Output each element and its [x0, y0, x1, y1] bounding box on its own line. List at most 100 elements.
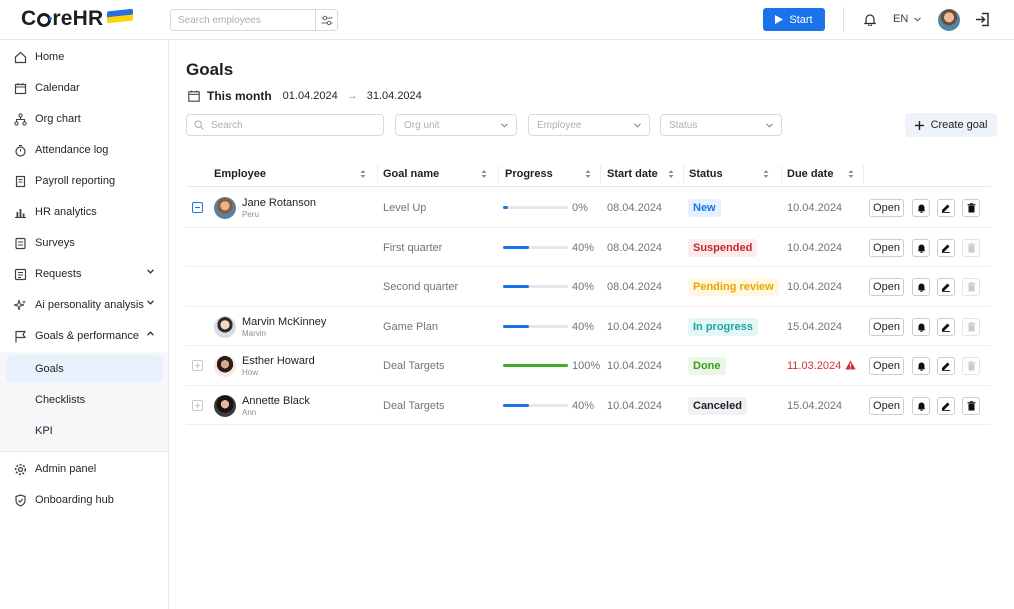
column-header-goal-name[interactable]: Goal name [383, 168, 439, 180]
sort-icon[interactable] [668, 169, 674, 179]
edit-button[interactable] [937, 278, 955, 296]
bell-icon [917, 244, 925, 253]
progress-percent: 40% [572, 281, 595, 293]
goal-name[interactable]: Level Up [383, 202, 426, 214]
column-header-start-date[interactable]: Start date [607, 168, 658, 180]
collapse-row-toggle[interactable] [192, 202, 203, 213]
table-row: Annette Black Ann Deal Targets 40% 10.04… [186, 386, 991, 425]
sidebar-item-requests[interactable]: Requests [14, 263, 164, 285]
sidebar-subitem-checklists[interactable]: Checklists [6, 386, 163, 414]
sidebar-item-payroll-reporting[interactable]: Payroll reporting [14, 170, 164, 192]
notify-button[interactable] [912, 317, 930, 336]
sidebar-item-onboarding-hub[interactable]: Onboarding hub [14, 489, 164, 511]
goal-name[interactable]: Deal Targets [383, 400, 445, 412]
goal-name[interactable]: First quarter [383, 242, 442, 254]
employee-name[interactable]: Annette Black [242, 395, 310, 407]
calendar-icon [14, 82, 27, 94]
sidebar-subitem-goals[interactable]: Goals [6, 355, 163, 383]
search-filter-button[interactable] [316, 9, 338, 31]
employee-filter[interactable]: Employee [528, 114, 650, 136]
pencil-icon [942, 283, 950, 292]
expand-row-toggle[interactable] [192, 360, 203, 371]
due-date: 15.04.2024 [787, 320, 843, 333]
open-goal-button[interactable]: Open [869, 357, 904, 375]
sidebar-item-admin-panel[interactable]: Admin panel [14, 458, 164, 480]
top-bar: CreHR Search employees Start EN [0, 0, 1014, 40]
employee-name[interactable]: Marvin McKinney [242, 316, 326, 328]
goals-search-input[interactable]: Search [186, 114, 384, 136]
sidebar-item-hr-analytics[interactable]: HR analytics [14, 201, 164, 223]
sort-icon[interactable] [763, 169, 769, 179]
status-badge: New [688, 199, 721, 217]
column-header-progress[interactable]: Progress [505, 168, 553, 180]
requests-icon [14, 268, 27, 280]
page-title: Goals [186, 60, 234, 79]
employee-search-input[interactable]: Search employees [170, 9, 316, 31]
status-filter[interactable]: Status [660, 114, 782, 136]
employee-subtitle: Peru [242, 210, 259, 219]
delete-button[interactable] [962, 396, 980, 415]
employee-name[interactable]: Jane Rotanson [242, 197, 316, 209]
period-arrow: → [346, 90, 358, 102]
employee-name[interactable]: Esther Howard [242, 355, 315, 367]
open-goal-button[interactable]: Open [869, 199, 904, 217]
sidebar-item-home[interactable]: Home [14, 46, 164, 68]
edit-button[interactable] [937, 238, 955, 257]
edit-button[interactable] [937, 357, 955, 375]
sidebar-item-org-chart[interactable]: Org chart [14, 108, 164, 130]
column-header-employee[interactable]: Employee [214, 168, 266, 180]
progress-fill [503, 364, 568, 367]
create-goal-button[interactable]: Create goal [905, 113, 997, 137]
sidebar-item-calendar[interactable]: Calendar [14, 77, 164, 99]
logout-icon[interactable] [975, 12, 990, 30]
pencil-icon [942, 323, 950, 332]
open-goal-button[interactable]: Open [869, 278, 904, 296]
sort-icon[interactable] [585, 169, 591, 179]
chevron-down-icon [501, 122, 508, 128]
expand-row-toggle[interactable] [192, 399, 203, 411]
pencil-icon [942, 362, 950, 371]
bell-icon [917, 362, 925, 371]
notify-button[interactable] [912, 238, 930, 257]
status-badge: Suspended [688, 238, 758, 257]
notifications-bell-icon[interactable] [863, 13, 877, 29]
edit-button[interactable] [937, 396, 955, 415]
sidebar-item-goals-performance[interactable]: Goals & performance [14, 325, 164, 347]
sidebar-item-ai-personality-analysis[interactable]: Ai personality analysis [14, 294, 164, 316]
column-header-due-date[interactable]: Due date [787, 168, 833, 180]
user-avatar[interactable] [938, 9, 960, 31]
open-goal-button[interactable]: Open [869, 396, 904, 415]
progress-fill [503, 245, 529, 249]
column-header-status[interactable]: Status [689, 168, 723, 180]
sort-icon[interactable] [481, 169, 487, 179]
notify-button[interactable] [912, 199, 930, 217]
sidebar-subitem-kpi[interactable]: KPI [6, 417, 163, 445]
open-goal-button[interactable]: Open [869, 238, 904, 257]
sidebar-item-attendance-log[interactable]: Attendance log [14, 139, 164, 161]
edit-button[interactable] [937, 317, 955, 336]
corehr-logo[interactable]: CreHR [21, 7, 134, 31]
notify-button[interactable] [912, 357, 930, 375]
notify-button[interactable] [912, 278, 930, 296]
sort-icon[interactable] [848, 169, 854, 179]
period-selector[interactable]: This month 01.04.2024 → 31.04.2024 [188, 89, 422, 103]
edit-button[interactable] [937, 199, 955, 217]
start-button[interactable]: Start [763, 8, 825, 31]
chevron-down-icon [147, 269, 154, 274]
sidebar-item-surveys[interactable]: Surveys [14, 232, 164, 254]
goal-name[interactable]: Deal Targets [383, 360, 445, 372]
trash-icon [967, 282, 975, 292]
open-goal-button[interactable]: Open [869, 317, 904, 336]
table-row: Esther Howard How Deal Targets 100% 10.0… [186, 346, 991, 386]
notify-button[interactable] [912, 396, 930, 415]
progress-bar [503, 206, 568, 209]
goal-name[interactable]: Second quarter [383, 281, 458, 293]
goal-name[interactable]: Game Plan [383, 321, 438, 333]
delete-button[interactable] [962, 199, 980, 217]
language-selector[interactable]: EN [893, 13, 922, 25]
trash-icon [967, 203, 975, 213]
trash-icon [967, 242, 975, 252]
avatar [214, 394, 236, 417]
org-unit-filter[interactable]: Org unit [395, 114, 517, 136]
sort-icon[interactable] [360, 169, 366, 179]
